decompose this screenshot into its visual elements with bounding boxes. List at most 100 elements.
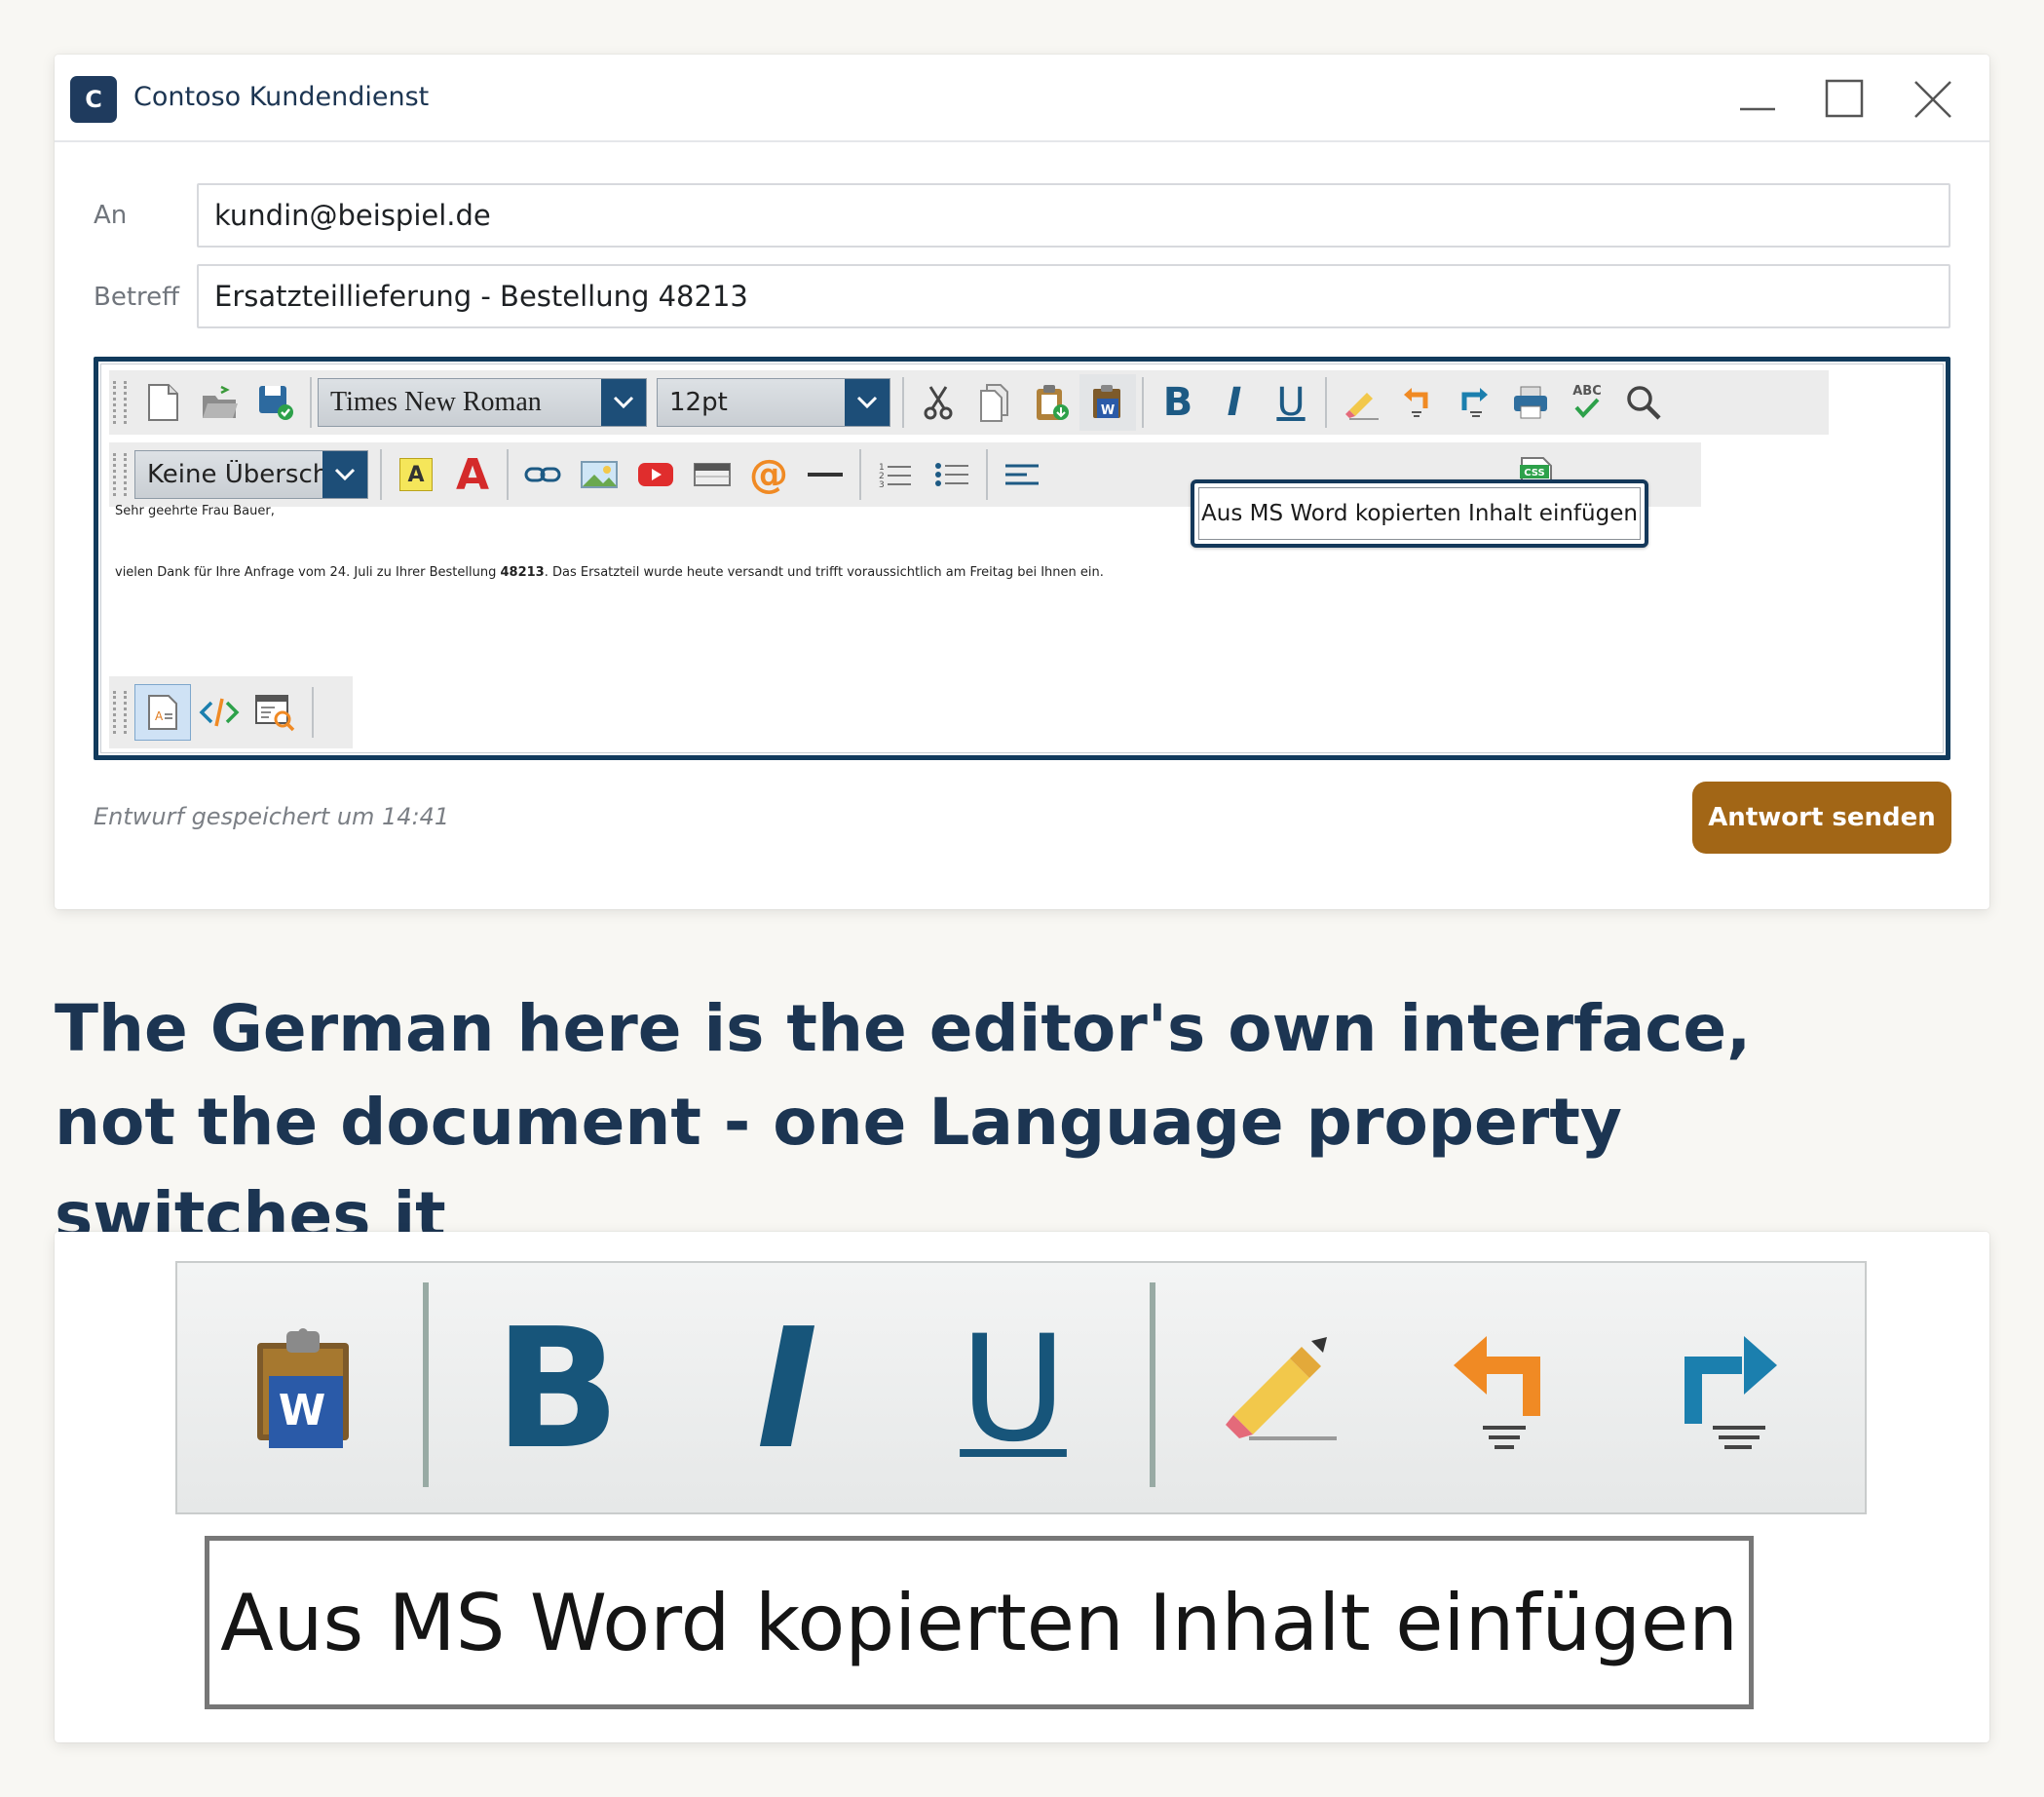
scissors-icon [924,386,953,420]
horizontal-rule-icon [808,473,843,477]
toolbar-separator [1150,1282,1155,1487]
bold-icon: B [494,1293,621,1486]
link-icon [524,467,561,482]
editor-frame: Times New Roman 12pt W B I U ABC Keine Ü… [100,363,1944,753]
paste-from-word-icon: W [1093,385,1120,418]
zoom-bold-button: B [470,1302,645,1477]
undo-icon [1454,1336,1540,1449]
rich-text-editor: Times New Roman 12pt W B I U ABC Keine Ü… [94,357,1950,760]
minimize-button[interactable] [1730,72,1785,127]
redo-icon [1684,1336,1777,1449]
zoom-clear-formatting-button [1191,1302,1366,1477]
italic-icon: I [756,1293,818,1486]
close-icon [1914,81,1951,118]
paste-from-word-button[interactable]: W [1079,374,1136,431]
paste-from-word-tooltip: Aus MS Word kopierten Inhalt einfügen [1191,479,1648,548]
toolbar-separator [310,377,312,428]
view-mode-toolbar: A [109,676,353,748]
image-icon [581,461,618,488]
toolbar-separator [1142,377,1144,428]
copy-button[interactable] [966,374,1023,431]
html-view-button[interactable] [191,684,247,741]
bold-button[interactable]: B [1150,374,1206,431]
toolbar-row-1: Times New Roman 12pt W B I U ABC [109,370,1829,435]
subject-field[interactable]: Ersatzteillieferung - Bestellung 48213 [197,264,1950,328]
app-window: C Contoso Kundendienst An kundin@beispie… [55,55,1989,909]
search-icon [1627,386,1661,420]
paste-icon [1037,385,1069,420]
undo-button[interactable] [1389,374,1446,431]
underline-button[interactable]: U [1263,374,1319,431]
highlight-icon: A [399,458,433,491]
document-body: vielen Dank für Ihre Anfrage vom 24. Jul… [115,565,1104,580]
paste-button[interactable] [1023,374,1079,431]
toolbar-separator [312,687,314,738]
italic-button[interactable]: I [1206,374,1263,431]
zoom-italic-button: I [700,1302,875,1477]
caption-text: The German here is the editor's own inte… [55,991,1752,1253]
svg-text:A: A [155,709,164,723]
zoom-undo-button [1415,1302,1590,1477]
toolbar-grip[interactable] [113,691,127,734]
design-view-button[interactable]: A [134,684,191,741]
spellcheck-icon: ABC [1572,384,1602,418]
font-family-dropdown[interactable]: Times New Roman [318,378,647,427]
eraser-icon [1226,1337,1337,1440]
cut-button[interactable] [910,374,966,431]
zoomed-toolbar: W B I U [175,1261,1867,1514]
preview-icon [255,695,295,732]
svg-text:W: W [1101,403,1115,418]
send-reply-button[interactable]: Antwort senden [1692,782,1951,854]
svg-text:3: 3 [879,480,885,490]
subject-label: Betreff [94,283,180,312]
chevron-down-icon [601,379,646,426]
clear-formatting-button[interactable] [1333,374,1389,431]
design-view-icon: A [148,695,177,730]
redo-icon [1461,388,1488,417]
svg-text:CSS: CSS [1524,468,1544,478]
save-button[interactable] [247,374,304,431]
find-button[interactable] [1615,374,1672,431]
underline-icon: U [1276,380,1306,425]
toolbar-separator [1325,377,1327,428]
print-button[interactable] [1502,374,1559,431]
table-icon [694,463,731,486]
font-size-dropdown[interactable]: 12pt [657,378,890,427]
spellcheck-button[interactable]: ABC [1559,374,1615,431]
redo-button[interactable] [1446,374,1502,431]
svg-text:ABC: ABC [1572,384,1602,399]
zoom-paste-from-word-button: W [216,1302,392,1477]
maximize-button[interactable] [1818,72,1873,127]
close-button[interactable] [1906,72,1960,127]
eraser-icon [1345,393,1379,420]
window-title: Contoso Kundendienst [133,82,430,112]
zoom-redo-button [1639,1302,1814,1477]
draft-status: Entwurf gespeichert um 14:41 [94,803,450,830]
align-left-icon [1005,464,1039,485]
video-icon [638,463,673,486]
to-field[interactable]: kundin@beispiel.de [197,183,1950,248]
copy-icon [980,384,1008,422]
font-family-value: Times New Roman [330,387,542,417]
toolbar-separator [423,1282,429,1487]
font-size-value: 12pt [669,388,728,417]
minimize-icon [1740,107,1775,111]
paste-from-word-icon: W [257,1328,349,1448]
preview-button[interactable] [247,684,304,741]
svg-text:W: W [279,1386,326,1435]
toolbar-grip[interactable] [113,381,127,424]
open-button[interactable] [191,374,247,431]
toolbar-grip[interactable] [113,453,127,496]
print-icon [1514,386,1547,419]
title-bar: C Contoso Kundendienst [55,55,1989,142]
code-icon [199,698,240,727]
to-label: An [94,201,128,230]
ordered-list-icon: 123 [879,463,911,490]
new-document-button[interactable] [134,374,191,431]
zoom-underline-button: U [926,1302,1101,1477]
bold-icon: B [1162,380,1193,425]
maximize-icon [1825,79,1864,118]
document-area[interactable]: Sehr geehrte Frau Bauer, vielen Dank für… [109,491,1935,647]
tooltip-text: Aus MS Word kopierten Inhalt einfügen [1198,487,1641,540]
open-folder-icon [203,385,238,418]
